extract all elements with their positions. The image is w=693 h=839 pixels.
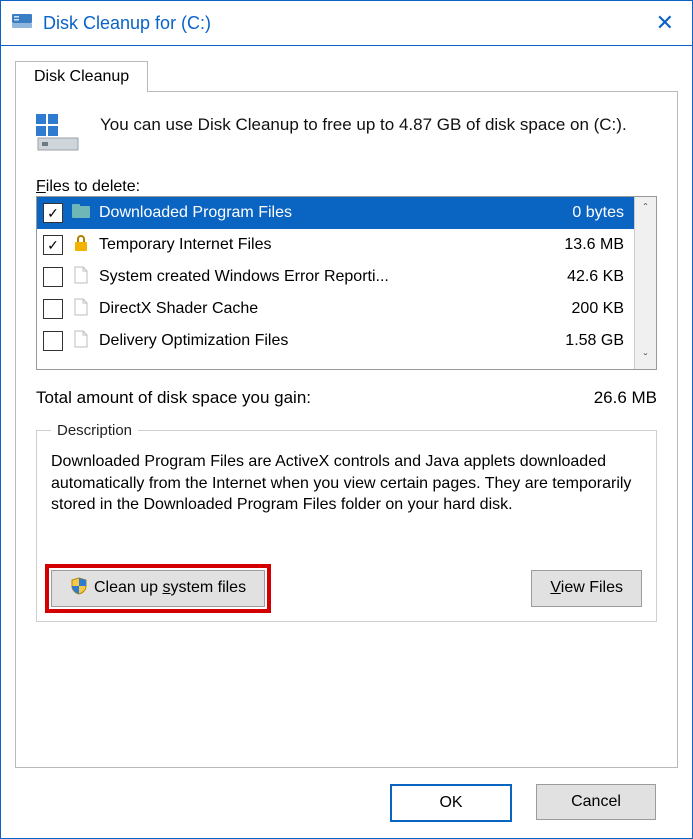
file-name: Downloaded Program Files	[99, 204, 526, 222]
file-row[interactable]: System created Windows Error Reporti... 4…	[37, 261, 634, 293]
totals-value: 26.6 MB	[594, 388, 657, 408]
file-name: System created Windows Error Reporti...	[99, 268, 526, 286]
file-row[interactable]: ✓ Temporary Internet Files 13.6 MB	[37, 229, 634, 261]
intro-text: You can use Disk Cleanup to free up to 4…	[100, 114, 627, 158]
description-text: Downloaded Program Files are ActiveX con…	[51, 451, 642, 516]
file-row[interactable]: Delivery Optimization Files 1.58 GB	[37, 325, 634, 357]
dialog-buttons: OK Cancel	[15, 768, 678, 838]
file-size: 13.6 MB	[534, 236, 628, 254]
drive-icon	[36, 114, 82, 158]
tab-disk-cleanup[interactable]: Disk Cleanup	[15, 61, 148, 92]
disk-cleanup-icon	[11, 10, 33, 37]
client-area: Disk Cleanup You can use Disk Cleanup to…	[1, 46, 692, 838]
file-size: 1.58 GB	[534, 332, 628, 350]
file-icon	[71, 297, 91, 322]
file-checkbox[interactable]	[43, 267, 63, 287]
cleanup-system-files-button[interactable]: Clean up system files	[51, 570, 265, 607]
file-size: 0 bytes	[534, 204, 628, 222]
file-name: DirectX Shader Cache	[99, 300, 526, 318]
disk-cleanup-window: Disk Cleanup for (C:) ✕ Disk Cleanup	[0, 0, 693, 839]
close-button[interactable]: ✕	[648, 10, 682, 36]
view-files-button[interactable]: View Files	[531, 570, 642, 607]
tab-body: You can use Disk Cleanup to free up to 4…	[15, 91, 678, 768]
description-group: Description Downloaded Program Files are…	[36, 422, 657, 622]
file-checkbox[interactable]	[43, 299, 63, 319]
totals-row: Total amount of disk space you gain: 26.…	[36, 388, 657, 408]
scroll-down-icon[interactable]: ˇ	[644, 351, 648, 365]
file-row[interactable]: ✓ Downloaded Program Files 0 bytes	[37, 197, 634, 229]
file-size: 200 KB	[534, 300, 628, 318]
file-icon	[71, 265, 91, 290]
file-list[interactable]: ✓ Downloaded Program Files 0 bytes ✓ Tempora…	[37, 197, 634, 369]
file-name: Temporary Internet Files	[99, 236, 526, 254]
description-legend: Description	[51, 422, 138, 439]
tab-header: Disk Cleanup	[15, 61, 678, 92]
titlebar: Disk Cleanup for (C:) ✕	[1, 1, 692, 46]
file-checkbox[interactable]: ✓	[43, 235, 63, 255]
scrollbar[interactable]: ˆ ˇ	[634, 197, 656, 369]
shield-icon	[70, 577, 88, 600]
intro-row: You can use Disk Cleanup to free up to 4…	[36, 114, 657, 158]
folder-icon	[71, 201, 91, 226]
file-checkbox[interactable]: ✓	[43, 203, 63, 223]
files-to-delete-label: Files to delete:	[36, 178, 657, 196]
file-icon	[71, 329, 91, 354]
scroll-up-icon[interactable]: ˆ	[644, 201, 648, 215]
lock-icon	[71, 233, 91, 258]
file-checkbox[interactable]	[43, 331, 63, 351]
ok-button[interactable]: OK	[390, 784, 512, 822]
files-listbox[interactable]: ✓ Downloaded Program Files 0 bytes ✓ Tempora…	[36, 196, 657, 370]
file-size: 42.6 KB	[534, 268, 628, 286]
cleanup-system-files-label: Clean up system files	[94, 579, 246, 597]
totals-label: Total amount of disk space you gain:	[36, 388, 311, 408]
view-files-label: View Files	[550, 579, 623, 597]
file-name: Delivery Optimization Files	[99, 332, 526, 350]
window-title: Disk Cleanup for (C:)	[43, 13, 648, 34]
cancel-button[interactable]: Cancel	[536, 784, 656, 820]
file-row[interactable]: DirectX Shader Cache 200 KB	[37, 293, 634, 325]
